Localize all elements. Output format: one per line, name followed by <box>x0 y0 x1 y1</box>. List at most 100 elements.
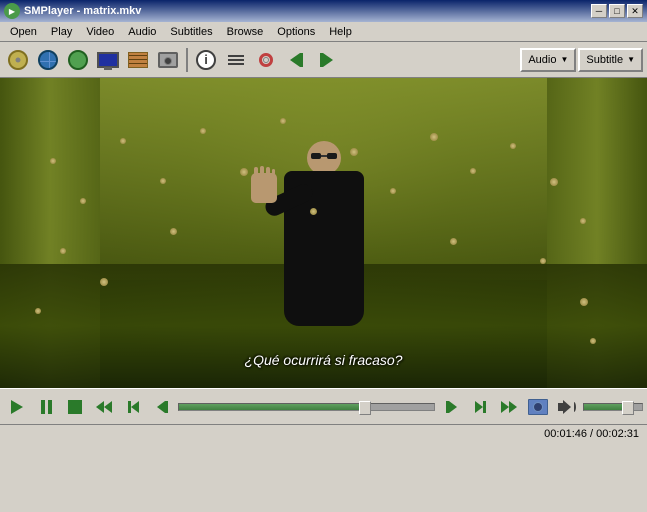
ff-bar <box>483 401 486 413</box>
bullet-9 <box>390 188 396 194</box>
rewind-icon <box>96 401 112 413</box>
stop-button[interactable] <box>62 394 88 420</box>
pause-button[interactable] <box>33 394 59 420</box>
finger-2 <box>260 166 264 175</box>
screenshot-button[interactable] <box>525 394 551 420</box>
bullet-17 <box>540 258 546 264</box>
toolbar-sep-1 <box>186 48 188 72</box>
rewind-button[interactable] <box>91 394 117 420</box>
fast-forward-double-button[interactable] <box>496 394 522 420</box>
stop-icon <box>68 400 82 414</box>
maximize-button[interactable]: □ <box>609 4 625 18</box>
menu-open[interactable]: Open <box>4 24 43 40</box>
frame-back-tri <box>157 401 165 413</box>
progress-fill <box>179 404 365 410</box>
video-scene: ¿Qué ocurrirá si fracaso? <box>0 78 647 388</box>
slow-icon <box>128 401 139 413</box>
frame-fwd-tri <box>449 401 457 413</box>
window-title: SMPlayer - matrix.mkv <box>24 5 141 17</box>
bullet-20 <box>590 338 596 344</box>
app-icon: ▶ <box>4 3 20 19</box>
volume-thumb[interactable] <box>622 401 634 415</box>
neo-figure <box>269 133 379 333</box>
video-area: ¿Qué ocurrirá si fracaso? <box>0 78 647 388</box>
bullet-3 <box>120 138 126 144</box>
frame-forward-icon <box>446 401 457 413</box>
bullet-5 <box>200 128 206 134</box>
bullet-6 <box>240 168 248 176</box>
bullet-2 <box>80 198 86 204</box>
bullet-15 <box>60 248 66 254</box>
neo-head <box>307 141 341 175</box>
bullet-22 <box>450 238 457 245</box>
finger-3 <box>266 167 270 175</box>
menu-subtitles[interactable]: Subtitles <box>164 24 218 40</box>
status-bar: 00:01:46 / 00:02:31 <box>0 424 647 442</box>
window-controls[interactable]: ─ □ ✕ <box>591 4 643 18</box>
network-toolbar-button[interactable] <box>64 46 92 74</box>
menu-audio[interactable]: Audio <box>122 24 162 40</box>
settings-toolbar-button[interactable] <box>252 46 280 74</box>
subtitle-dropdown-button[interactable]: Subtitle ▼ <box>578 48 643 72</box>
menu-help[interactable]: Help <box>323 24 358 40</box>
ff2-tri-2 <box>509 401 517 413</box>
close-button[interactable]: ✕ <box>627 4 643 18</box>
prev-chapter-button[interactable] <box>282 46 310 74</box>
progress-thumb[interactable] <box>359 401 371 415</box>
finger-4 <box>272 169 275 175</box>
frame-back-icon <box>157 401 168 413</box>
pause-bar-left <box>41 400 45 414</box>
progress-bar[interactable] <box>178 403 435 411</box>
minimize-button[interactable]: ─ <box>591 4 607 18</box>
bullet-8 <box>350 148 358 156</box>
slow-button[interactable] <box>120 394 146 420</box>
next-chapter-button[interactable] <box>312 46 340 74</box>
play-button[interactable] <box>4 394 30 420</box>
menu-browse[interactable]: Browse <box>221 24 270 40</box>
time-separator: / <box>587 428 596 440</box>
volume-icon <box>558 400 576 414</box>
menu-options[interactable]: Options <box>271 24 321 40</box>
audio-dropdown-arrow: ▼ <box>560 55 568 64</box>
slow-tri <box>131 401 139 413</box>
subtitle-dropdown-label: Subtitle <box>586 54 623 66</box>
time-current: 00:01:46 <box>544 428 587 440</box>
menu-video[interactable]: Video <box>80 24 120 40</box>
bullet-23 <box>310 208 317 215</box>
pause-icon <box>41 400 52 414</box>
frame-forward-button[interactable] <box>438 394 464 420</box>
finger-1 <box>254 167 258 175</box>
screenshot-toolbar-button[interactable] <box>154 46 182 74</box>
playlist-toolbar-button[interactable] <box>124 46 152 74</box>
rewind-tri-2 <box>104 401 112 413</box>
frame-back-bar <box>165 401 168 413</box>
bullet-18 <box>580 298 588 306</box>
pause-bar-right <box>48 400 52 414</box>
list-toolbar-button[interactable] <box>222 46 250 74</box>
bullet-14 <box>580 218 586 224</box>
frame-back-button[interactable] <box>149 394 175 420</box>
info-toolbar-button[interactable]: i <box>192 46 220 74</box>
neo-hand <box>251 173 277 203</box>
neo-glasses-right <box>327 153 337 159</box>
screenshot-icon <box>528 399 548 415</box>
title-bar: ▶ SMPlayer - matrix.mkv ─ □ ✕ <box>0 0 647 22</box>
bullet-11 <box>470 168 476 174</box>
bullet-13 <box>550 178 558 186</box>
bullet-10 <box>430 133 438 141</box>
rewind-tri-1 <box>96 401 104 413</box>
bullet-21 <box>170 228 177 235</box>
bullet-1 <box>50 158 56 164</box>
audio-dropdown-button[interactable]: Audio ▼ <box>520 48 576 72</box>
neo-glasses-bridge <box>321 155 327 157</box>
ff-tri <box>475 401 483 413</box>
fullscreen-toolbar-button[interactable] <box>94 46 122 74</box>
browse-toolbar-button[interactable] <box>34 46 62 74</box>
volume-bar[interactable] <box>583 403 643 411</box>
menu-play[interactable]: Play <box>45 24 78 40</box>
fast-forward-button[interactable] <box>467 394 493 420</box>
open-toolbar-button[interactable] <box>4 46 32 74</box>
mute-button[interactable] <box>554 394 580 420</box>
time-display: 00:01:46 / 00:02:31 <box>544 428 639 440</box>
bullet-7 <box>280 118 286 124</box>
